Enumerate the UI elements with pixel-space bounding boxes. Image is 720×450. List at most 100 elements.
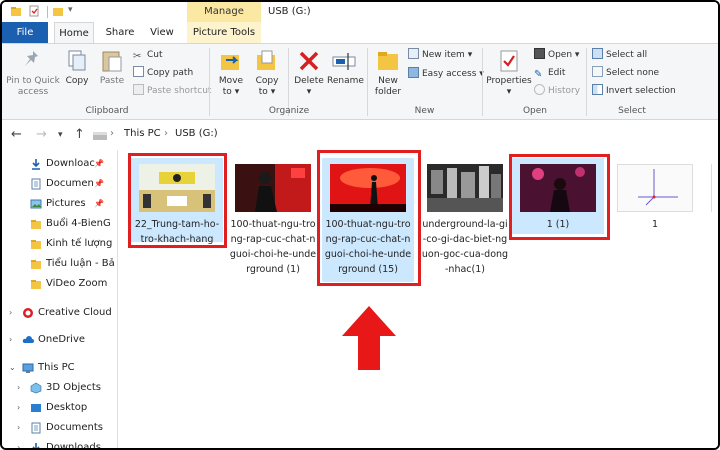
pin-label-2: access	[17, 87, 49, 97]
invert-selection-button[interactable]: Invert selection	[592, 84, 676, 98]
new-item-button[interactable]: New item ▾	[408, 48, 472, 62]
history-button[interactable]: History	[534, 84, 580, 98]
nav-item-3d-objects[interactable]: › 3D Objects	[2, 378, 117, 398]
cut-label: Cut	[147, 50, 163, 60]
onedrive-icon	[22, 336, 34, 343]
copy-label: Copy	[65, 76, 89, 86]
highlight-box	[317, 150, 421, 286]
nav-item-this-pc[interactable]: ⌄ This PC	[2, 358, 117, 378]
recent-locations-chevron-icon[interactable]: ▾	[58, 130, 63, 140]
rename-icon	[332, 53, 356, 70]
new-folder-quick-icon[interactable]	[52, 5, 64, 17]
breadcrumb-this-pc[interactable]: This PC	[124, 128, 161, 139]
file-item[interactable]: underground-la-gi-co-gi-dac-biet-nguon-g…	[419, 158, 511, 277]
nav-item-label: Kinh tế lượng	[46, 238, 113, 249]
pin-to-quick-access-button[interactable]: Pin to Quick access	[6, 48, 60, 98]
new-folder-label-1: New	[378, 76, 398, 86]
ribbon-tabs: File Home Share View Picture Tools	[2, 22, 718, 43]
edit-icon: ✎	[534, 69, 543, 80]
copy-icon	[68, 50, 86, 71]
tab-picture-tools[interactable]: Picture Tools	[187, 22, 261, 43]
nav-item-pictures[interactable]: Pictures 📌	[2, 194, 117, 214]
nav-item-downloads[interactable]: Downloac 📌	[2, 154, 117, 174]
customize-quick-access-icon[interactable]: ▾	[68, 5, 73, 15]
copy-to-icon	[257, 50, 275, 70]
properties-quick-icon[interactable]	[28, 5, 40, 17]
tab-file[interactable]: File	[2, 22, 48, 43]
easy-access-icon	[408, 67, 419, 78]
breadcrumb-usb-drive[interactable]: USB (G:)	[175, 128, 218, 139]
nav-item-folder[interactable]: Buổi 4-BienG	[2, 214, 117, 234]
up-arrow-icon[interactable]: ↑	[74, 127, 85, 142]
copy-to-button[interactable]: Copy to ▾	[250, 48, 284, 98]
nav-item-label: Documents	[46, 422, 104, 433]
copy-to-label-1: Copy	[255, 76, 279, 86]
copy-path-label: Copy path	[147, 68, 194, 78]
folder-icon	[31, 280, 41, 289]
paste-icon	[102, 51, 122, 72]
move-to-button[interactable]: Move to ▾	[214, 48, 248, 98]
nav-item-label: Downloads	[46, 442, 101, 450]
nav-item-folder[interactable]: ViDeo Zoom	[2, 274, 117, 294]
paste-shortcut-icon	[133, 84, 144, 95]
pin-icon: 📌	[94, 179, 104, 188]
file-item[interactable]: 1	[609, 158, 701, 232]
delete-button[interactable]: Delete ▾	[292, 48, 326, 98]
breadcrumb-chevron-icon[interactable]: ›	[110, 128, 114, 139]
nav-item-label: Creative Cloud	[38, 307, 112, 318]
select-all-label: Select all	[606, 50, 648, 60]
cut-button[interactable]: ✂ Cut	[133, 48, 163, 62]
properties-button[interactable]: Properties ▾	[486, 48, 532, 98]
highlight-box	[509, 154, 610, 240]
tab-share[interactable]: Share	[102, 22, 138, 43]
edit-button[interactable]: ✎ Edit	[534, 66, 565, 80]
edit-label: Edit	[548, 68, 566, 78]
tab-view[interactable]: View	[145, 22, 179, 43]
download-icon	[32, 443, 40, 448]
paste-button[interactable]: Paste	[95, 48, 129, 87]
easy-access-button[interactable]: Easy access ▾	[408, 67, 484, 81]
back-arrow-icon[interactable]: ←	[11, 127, 22, 142]
open-dropdown-icon: ▾	[572, 50, 580, 60]
rename-label: Rename	[327, 76, 364, 86]
expand-chevron-icon[interactable]: ›	[17, 378, 20, 398]
paste-shortcut-button[interactable]: Paste shortcut	[133, 84, 211, 98]
pin-icon	[25, 51, 38, 66]
nav-item-desktop[interactable]: › Desktop	[2, 398, 117, 418]
breadcrumb-chevron-icon[interactable]: ›	[164, 128, 168, 139]
nav-item-folder[interactable]: Kinh tế lượng	[2, 234, 117, 254]
select-none-button[interactable]: Select none	[592, 66, 659, 80]
expand-chevron-icon[interactable]: ›	[17, 398, 20, 418]
nav-item-documents-pinned[interactable]: Documen 📌	[2, 174, 117, 194]
drive-icon	[93, 132, 107, 140]
pin-label-1: Pin to Quick	[6, 76, 60, 86]
app-icon	[11, 7, 21, 16]
window-title: USB (G:)	[268, 6, 311, 17]
highlight-box	[128, 153, 227, 248]
nav-item-onedrive[interactable]: › OneDrive	[2, 330, 117, 350]
copy-button[interactable]: Copy	[62, 48, 92, 87]
tab-home[interactable]: Home	[54, 22, 94, 43]
nav-item-downloads-pc[interactable]: › Downloads	[2, 438, 117, 450]
move-to-label-2: to	[222, 87, 232, 97]
expand-chevron-icon[interactable]: ›	[9, 330, 12, 350]
expand-chevron-icon[interactable]: ›	[9, 303, 12, 323]
expand-chevron-icon[interactable]: ›	[17, 438, 20, 448]
properties-label: Properties	[486, 76, 532, 86]
select-all-button[interactable]: Select all	[592, 48, 647, 62]
rename-button[interactable]: Rename	[327, 48, 364, 87]
expand-chevron-icon[interactable]: ›	[17, 418, 20, 438]
nav-item-folder[interactable]: Tiểu luận - Bả	[2, 254, 117, 274]
new-item-icon	[408, 48, 419, 59]
open-button[interactable]: Open ▾	[534, 48, 579, 62]
new-folder-button[interactable]: New folder	[372, 48, 404, 98]
forward-arrow-icon[interactable]: →	[36, 127, 47, 142]
file-item[interactable]: 100-thuat-ngu-trong-rap-cuc-chat-nguoi-c…	[227, 158, 319, 277]
nav-item-creative-cloud[interactable]: › Creative Cloud	[2, 303, 117, 323]
new-item-label: New item	[422, 50, 465, 60]
nav-item-documents[interactable]: › Documents	[2, 418, 117, 438]
collapse-chevron-icon[interactable]: ⌄	[9, 358, 16, 378]
quick-access-separator	[47, 6, 48, 18]
open-icon	[534, 48, 545, 59]
copy-path-button[interactable]: Copy path	[133, 66, 193, 80]
